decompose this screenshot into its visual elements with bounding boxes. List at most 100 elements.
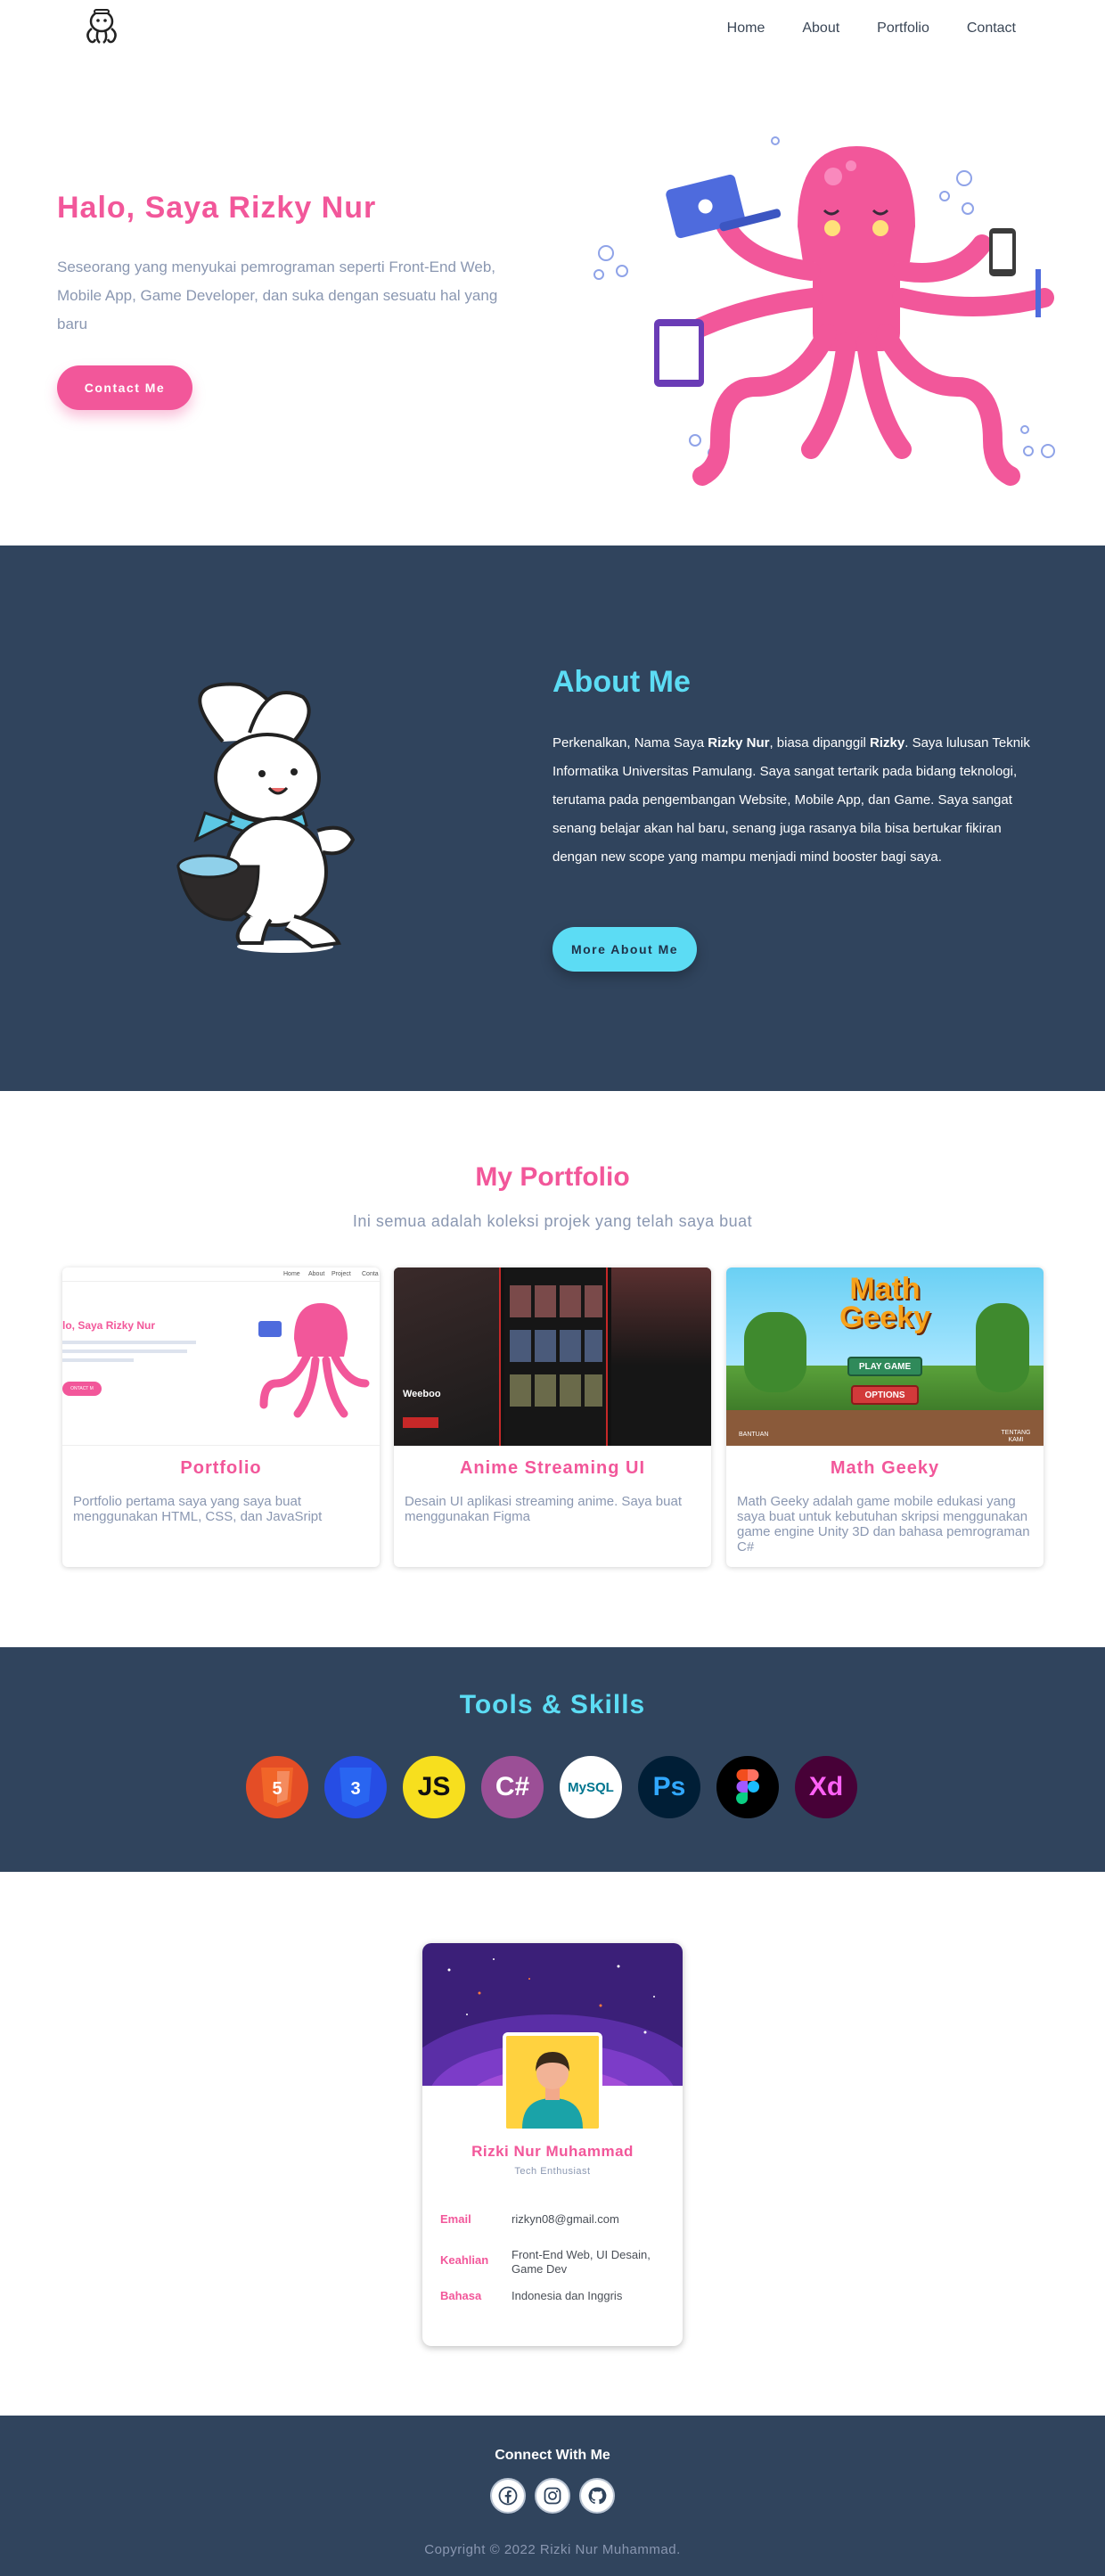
copyright-text: Copyright © 2022 Rizki Nur Muhammad. (424, 2542, 681, 2557)
octopus-logo-icon[interactable] (77, 5, 127, 50)
portfolio-card-title: Anime Streaming UI (459, 1458, 646, 1478)
profile-key: Bahasa (440, 2289, 482, 2302)
thumb-screen (611, 1267, 711, 1446)
nav-home[interactable]: Home (727, 21, 765, 37)
css3-label: 3 (350, 1779, 360, 1799)
thumb-octopus-icon (258, 1303, 370, 1418)
html5-icon: 5 (246, 1756, 308, 1818)
thumb-nav-item: Conta (362, 1271, 379, 1277)
about-text: Perkenalkan, Nama Saya Rizky Nur, biasa … (552, 729, 1043, 872)
hero-title: Halo, Saya Rizky Nur (57, 191, 377, 225)
profile-key: Keahlian (440, 2253, 489, 2267)
profile-value: Front-End Web, UI Desain, Game Dev (512, 2248, 651, 2276)
instagram-icon[interactable] (535, 2478, 570, 2514)
thumb-logo-line: Math (849, 1272, 921, 1306)
nav-contact[interactable]: Contact (967, 21, 1016, 37)
profile-name: Rizki Nur Muhammad (471, 2143, 634, 2160)
profile-section: Rizki Nur Muhammad Tech Enthusiast Email… (0, 1872, 1105, 2416)
about-title: About Me (552, 665, 691, 699)
profile-card: Rizki Nur Muhammad Tech Enthusiast Email… (422, 1943, 683, 2346)
thumb-poster-row (510, 1330, 602, 1362)
portfolio-card-anime[interactable]: Weeboo Anime Streaming UI Desain UI apli… (394, 1267, 711, 1567)
profile-row-email: Email rizkyn08@gmail.com (440, 2212, 672, 2227)
portfolio-card-title: Portfolio (180, 1458, 262, 1478)
hero-description: Seseorang yang menyukai pemrograman sepe… (57, 258, 498, 332)
thumb-options-button: OPTIONS (851, 1385, 919, 1405)
hero-section: Halo, Saya Rizky Nur Seseorang yang meny… (0, 57, 1105, 546)
thumb-text-line (62, 1358, 134, 1362)
thumb-logo-line: Geeky (839, 1300, 931, 1334)
navbar: Home About Portfolio Contact (0, 0, 1105, 57)
thumb-nav-item: About (308, 1271, 325, 1277)
profile-value: Indonesia dan Inggris (512, 2289, 623, 2302)
more-about-me-button[interactable]: More About Me (552, 927, 697, 972)
portfolio-card-thumbnail: Weeboo (394, 1267, 711, 1446)
skills-row: 5 3 JS C# MySQL Ps Xd (246, 1756, 857, 1818)
footer: Connect With Me Copyright © 2022 Rizki N… (0, 2416, 1105, 2576)
csharp-label: C# (495, 1772, 530, 1801)
portfolio-subtitle: Ini semua adalah koleksi projek yang tel… (352, 1212, 753, 1230)
nav-portfolio[interactable]: Portfolio (877, 21, 929, 37)
octopus-illustration (579, 93, 1078, 538)
xd-icon: Xd (795, 1756, 857, 1818)
thumb-label: Weeboo (403, 1389, 441, 1399)
thumb-nav-item: Project (332, 1271, 351, 1277)
thumb-title: lo, Saya Rizky Nur (62, 1319, 156, 1332)
portfolio-card-description: Desain UI aplikasi streaming anime. Saya… (405, 1494, 682, 1524)
photoshop-icon: Ps (638, 1756, 700, 1818)
thumb-play-button: PLAY GAME (847, 1357, 922, 1376)
thumb-about-label: TENTANG KAMI (1001, 1430, 1031, 1443)
thumb-screen (504, 1267, 608, 1446)
portfolio-title: My Portfolio (475, 1162, 630, 1192)
portfolio-section: My Portfolio Ini semua adalah koleksi pr… (0, 1091, 1105, 1647)
footer-title: Connect With Me (495, 2448, 610, 2463)
portfolio-card-portfolio[interactable]: Home About Project Conta lo, Saya Rizky … (62, 1267, 380, 1567)
bunny-illustration (160, 679, 392, 964)
html5-label: 5 (272, 1779, 282, 1799)
thumb-logo: Math Geeky (726, 1272, 1044, 1334)
about-text-part: . Saya lulusan Teknik Informatika Univer… (552, 735, 1030, 865)
profile-value[interactable]: rizkyn08@gmail.com (512, 2212, 654, 2227)
social-icons (490, 2478, 615, 2514)
figma-icon (716, 1756, 779, 1818)
portfolio-card-thumbnail: Home About Project Conta lo, Saya Rizky … (62, 1267, 380, 1446)
thumb-help-label: BANTUAN (739, 1432, 769, 1438)
about-name-bold: Rizky Nur (708, 735, 770, 751)
thumb-button: ONTACT M (62, 1382, 102, 1396)
portfolio-card-title: Math Geeky (830, 1458, 940, 1478)
about-text-part: , biasa dipanggil (769, 735, 871, 751)
thumb-text-line (62, 1341, 196, 1344)
mysql-icon: MySQL (560, 1756, 622, 1818)
facebook-icon[interactable] (490, 2478, 526, 2514)
javascript-label: JS (417, 1772, 451, 1801)
github-icon[interactable] (579, 2478, 615, 2514)
mysql-label: MySQL (568, 1779, 614, 1795)
contact-me-button[interactable]: Contact Me (57, 365, 192, 410)
page: Home About Portfolio Contact Halo, Saya … (0, 0, 1105, 2576)
thumb-button (403, 1417, 438, 1428)
portfolio-card-description: Portfolio pertama saya yang saya buat me… (73, 1494, 323, 1524)
nav-links: Home About Portfolio Contact (727, 0, 1016, 57)
profile-row-language: Bahasa Indonesia dan Inggris (440, 2289, 672, 2303)
portfolio-card-math-geeky[interactable]: Math Geeky PLAY GAME OPTIONS BANTUAN TENT… (726, 1267, 1044, 1567)
css3-icon: 3 (324, 1756, 387, 1818)
javascript-icon: JS (403, 1756, 465, 1818)
thumb-nav-item: Home (283, 1271, 300, 1277)
portfolio-card-thumbnail: Math Geeky PLAY GAME OPTIONS BANTUAN TENT… (726, 1267, 1044, 1446)
photoshop-label: Ps (652, 1772, 686, 1801)
portfolio-card-description: Math Geeky adalah game mobile edukasi ya… (737, 1494, 1030, 1555)
thumb-text-line (62, 1350, 187, 1353)
profile-key: Email (440, 2212, 471, 2226)
thumb-poster-row (510, 1285, 602, 1317)
profile-row-skills: Keahlian Front-End Web, UI Desain, Game … (440, 2248, 672, 2277)
nav-about[interactable]: About (802, 21, 839, 37)
avatar (503, 2032, 602, 2132)
skills-section: Tools & Skills 5 3 JS C# MySQL Ps Xd (0, 1647, 1105, 1872)
xd-label: Xd (808, 1772, 844, 1801)
thumb-poster-row (510, 1374, 602, 1407)
profile-role: Tech Enthusiast (514, 2166, 591, 2177)
skills-title: Tools & Skills (459, 1690, 646, 1719)
thumb-navbar: Home About Project Conta (62, 1267, 380, 1282)
about-nick-bold: Rizky (870, 735, 905, 751)
about-text-part: Perkenalkan, Nama Saya (552, 735, 708, 751)
